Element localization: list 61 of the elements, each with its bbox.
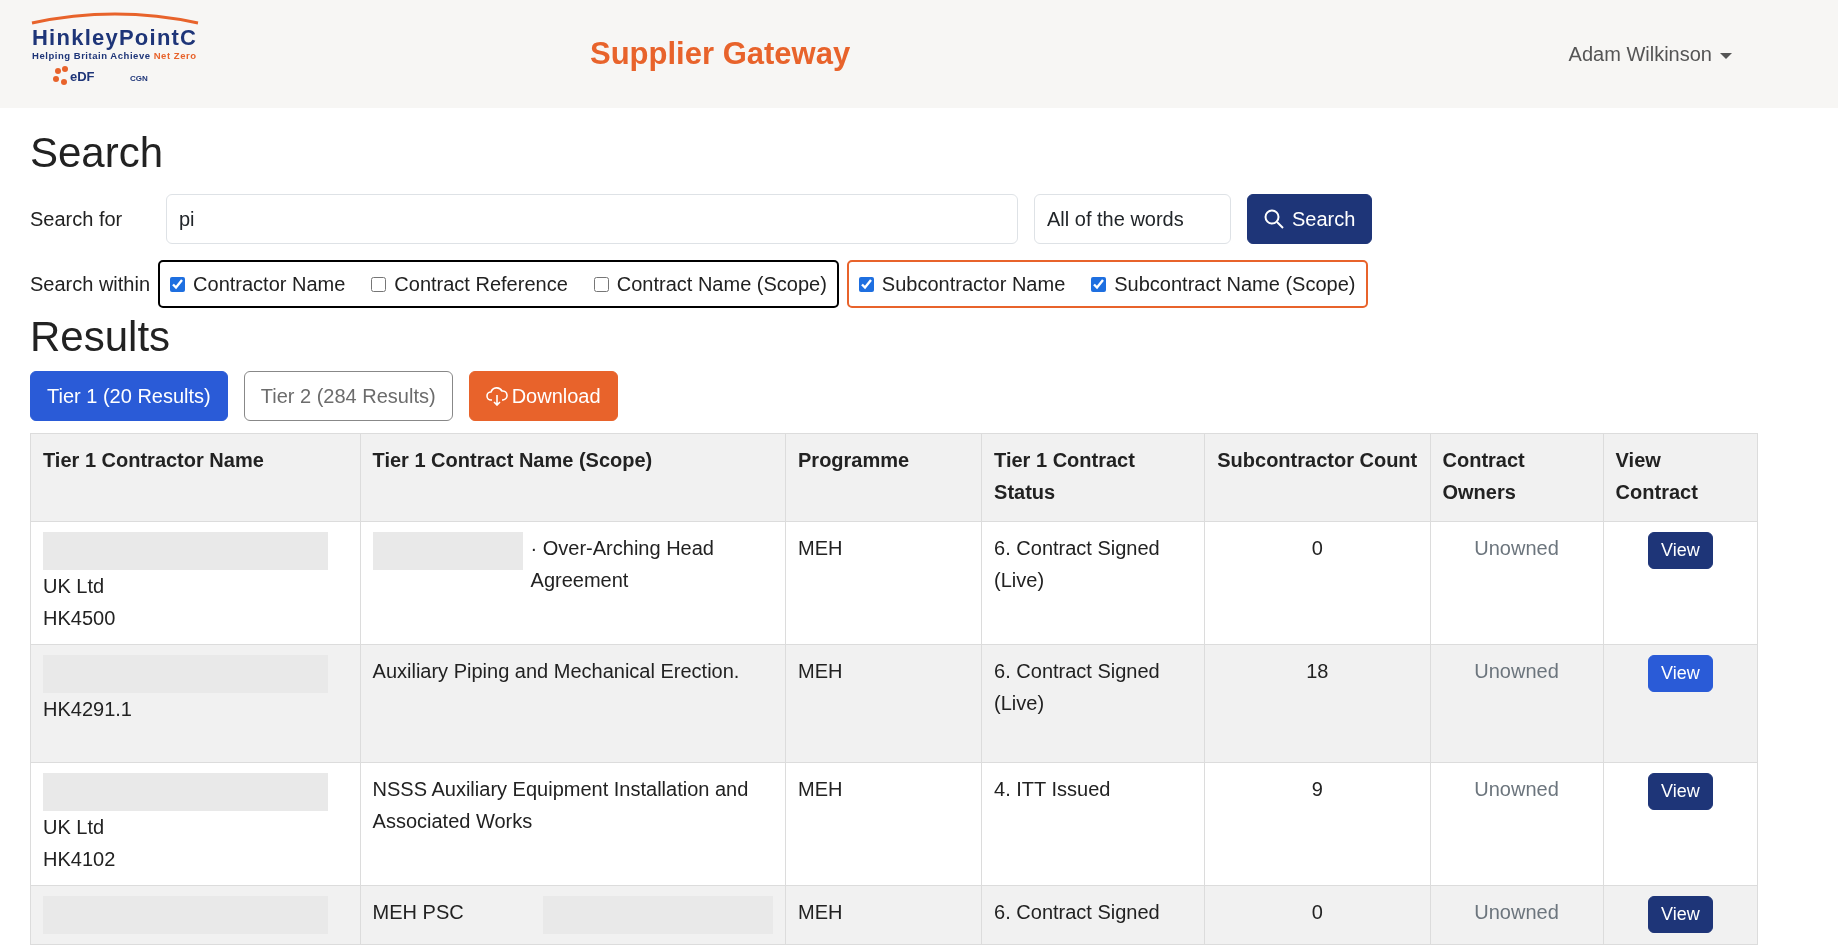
checkbox-label[interactable]: Contract Reference	[394, 273, 568, 296]
checkbox-label[interactable]: Contractor Name	[193, 273, 346, 296]
checkbox[interactable]	[858, 277, 874, 293]
checkbox[interactable]	[593, 277, 609, 293]
column-header: Contract Owners	[1430, 433, 1604, 522]
checkbox[interactable]	[371, 277, 387, 293]
cell-text: 6. Contract Signed	[994, 900, 1160, 923]
view-button[interactable]: View	[1647, 654, 1713, 692]
caret-icon	[1720, 52, 1732, 59]
company-logo: HinkleyPointC Helping Britain Achieve Net Zero eDF CGN	[30, 9, 200, 99]
column-header: Tier 1 Contractor Name	[30, 433, 361, 522]
site-title: Supplier Gateway	[590, 34, 851, 73]
column-header: Tier 1 Contract Name (Scope)	[360, 433, 786, 522]
cell-text: MEH	[798, 659, 843, 682]
cell-text: Auxiliary Piping and Mechanical Erection.	[372, 658, 741, 684]
checkbox-label[interactable]: Subcontractor Name	[881, 273, 1066, 296]
page-heading: Search	[30, 128, 165, 178]
cell-text: UK Ltd	[43, 573, 106, 599]
cell-text: UK Ltd	[43, 814, 106, 840]
search-field[interactable]: pi	[166, 194, 1018, 245]
search-button[interactable]: Search	[1247, 194, 1373, 245]
checkbox-label[interactable]: Contract Name (Scope)	[616, 273, 827, 296]
view-button[interactable]: View	[1647, 531, 1713, 569]
cell-text: HK4500	[43, 605, 117, 631]
cell-text: 0	[1311, 900, 1323, 923]
column-header: Tier 1 Contract Status	[981, 433, 1205, 522]
column-header: View Contract	[1603, 433, 1758, 522]
cell-text: Unowned	[1474, 900, 1559, 923]
cell-text: MEH	[798, 536, 843, 559]
search-icon	[1264, 209, 1284, 230]
cell-text: 18	[1306, 659, 1329, 682]
results-tab[interactable]: Tier 1 (20 Results)	[30, 370, 228, 421]
cell-text: 9	[1311, 777, 1323, 800]
view-button[interactable]: View	[1647, 772, 1713, 810]
cell-text: · Over-Arching Head Agreement	[530, 535, 715, 593]
section-heading: Results	[30, 312, 172, 363]
cell-text: 6. Contract Signed (Live)	[994, 659, 1160, 714]
column-header: Subcontractor Count	[1204, 433, 1430, 522]
cell-text: Unowned	[1474, 659, 1559, 682]
cell-text: NSSS Auxiliary Equipment Installation and Associated Works	[372, 776, 750, 834]
checkbox[interactable]	[1091, 277, 1107, 293]
cell-text: MEH	[798, 900, 843, 923]
cell-text: HK4102	[43, 846, 117, 872]
view-button[interactable]: View	[1647, 895, 1713, 933]
cell-text: HK4291.1	[43, 696, 133, 722]
match-mode-select[interactable]: All of the words	[1034, 194, 1231, 245]
cell-text: MEH PSC	[372, 899, 465, 925]
cell-text: Unowned	[1474, 777, 1559, 800]
cloud-download-icon	[485, 385, 508, 406]
field-label: Search within	[30, 272, 151, 298]
checkbox-label[interactable]: Subcontract Name (Scope)	[1114, 273, 1356, 296]
cell-text: 0	[1311, 536, 1323, 559]
results-tab[interactable]: Tier 2 (284 Results)	[243, 370, 453, 421]
cell-text: Unowned	[1474, 536, 1559, 559]
cell-text: 6. Contract Signed (Live)	[994, 536, 1160, 591]
checkbox[interactable]	[170, 277, 186, 293]
column-header: Programme	[785, 433, 982, 522]
user-menu[interactable]: Adam Wilkinson	[1562, 38, 1738, 70]
cell-text: 4. ITT Issued	[994, 777, 1111, 800]
cell-text: MEH	[798, 777, 843, 800]
field-label: Search for	[30, 207, 124, 233]
